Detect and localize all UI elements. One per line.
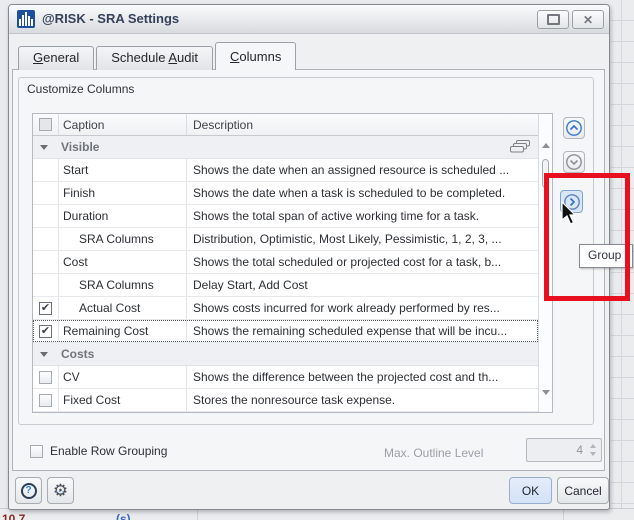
select-all-checkbox[interactable] [39,118,52,131]
caption-cell: Finish [59,182,187,204]
select-all-cell [33,114,59,135]
checkbox-cell [33,274,59,296]
description-cell: Shows the total span of active working t… [187,205,538,227]
caption-cell: Cost [59,251,187,273]
clipped-cell-text: 10.7 [2,512,25,520]
grid-header: Caption Description [33,114,538,136]
grid-line [197,509,198,520]
enable-row-grouping-label: Enable Row Grouping [50,444,167,458]
description-column-header[interactable]: Description [187,114,538,135]
row-checkbox[interactable] [39,371,52,384]
collapse-triangle-icon[interactable] [40,145,48,150]
collapse-triangle-icon[interactable] [40,352,48,357]
table-row-actual-cost[interactable]: ✔ Actual CostShows costs incurred for wor… [33,297,538,320]
grid-body: Visible StartShows the date when an assig… [33,136,538,412]
scroll-up-icon[interactable] [542,143,550,148]
caption-cell: Remaining Cost [59,320,187,342]
cancel-button[interactable]: Cancel [557,477,609,504]
caption-cell: SRA Columns [59,274,187,296]
caption-cell: Actual Cost [59,297,187,319]
move-up-button[interactable] [563,117,585,139]
max-outline-level-spinner[interactable]: 4 [526,438,602,462]
checkbox-cell [33,251,59,273]
close-icon: ✕ [583,14,593,26]
columns-tab-page: Customize Columns Caption Description Vi… [12,69,605,471]
max-outline-level-label: Max. Outline Level [384,446,483,460]
maximize-icon [547,14,560,25]
description-cell: Shows the difference between the project… [187,366,538,388]
table-row-cv[interactable]: CVShows the difference between the proje… [33,366,538,389]
row-checkbox[interactable] [39,394,52,407]
table-row-start[interactable]: StartShows the date when an assigned res… [33,159,538,182]
caption-column-header[interactable]: Caption [59,114,187,135]
caption-cell: Start [59,159,187,181]
tab-general[interactable]: General [18,46,94,70]
screen: 10.7 (s) @RISK - SRA Settings ✕ [0,0,634,520]
checkbox-cell [33,159,59,181]
caption-cell: SRA Columns [59,228,187,250]
help-button[interactable]: ? [15,477,42,504]
caption-cell: CV [59,366,187,388]
description-cell: Delay Start, Add Cost [187,274,538,296]
group-box-title: Customize Columns [27,82,134,96]
ok-button[interactable]: OK [509,477,552,504]
table-row-cost[interactable]: CostShows the total scheduled or project… [33,251,538,274]
window-title: @RISK - SRA Settings [42,5,179,33]
red-annotation-rectangle [544,173,630,301]
columns-grid: Caption Description VisibleStartShows th… [32,113,553,413]
chevron-up-icon [565,119,583,137]
row-checkbox[interactable]: ✔ [39,302,52,315]
description-cell: Shows the total scheduled or projected c… [187,251,538,273]
tab-schedule-audit[interactable]: Schedule Audit [96,46,213,70]
checkbox-cell [33,182,59,204]
row-checkbox[interactable]: ✔ [39,325,52,338]
group-row-visible[interactable]: Visible [33,136,538,159]
close-button[interactable]: ✕ [572,10,604,29]
gear-dots: ··· [48,489,73,496]
table-row-sra-columns[interactable]: SRA ColumnsDelay Start, Add Cost [33,274,538,297]
settings-button[interactable]: ⚙ ··· [47,477,74,504]
description-cell: Shows the date when a task is scheduled … [187,182,538,204]
move-down-button[interactable] [563,151,585,173]
clipped-cell-text: (s) [116,512,131,520]
customize-columns-group: Customize Columns Caption Description Vi… [18,77,594,425]
spinner-up-icon[interactable] [590,444,596,448]
checkbox-cell: ✔ [33,297,59,319]
description-cell: Distribution, Optimistic, Most Likely, P… [187,228,538,250]
maximize-button[interactable] [537,10,569,29]
checkbox-cell [33,205,59,227]
scroll-down-icon[interactable] [542,390,550,395]
grid-line [563,509,564,520]
group-row-label: Visible [61,140,99,154]
checkbox-cell: ✔ [33,320,59,342]
tab-bar: GeneralSchedule AuditColumns [18,42,298,70]
mouse-cursor [561,201,581,232]
checkbox-cell [33,389,59,411]
tab-columns[interactable]: Columns [215,42,296,70]
checkbox-cell [33,228,59,250]
spinner-down-icon[interactable] [590,452,596,456]
table-row-fixed-cost[interactable]: Fixed CostStores the nonresource task ex… [33,389,538,412]
description-cell: Shows costs incurred for work already pe… [187,297,538,319]
description-cell: Stores the nonresource task expense. [187,389,538,411]
description-cell: Shows the remaining scheduled expense th… [187,320,538,342]
sra-settings-dialog: @RISK - SRA Settings ✕ GeneralSchedule A… [8,4,610,510]
caption-cell: Fixed Cost [59,389,187,411]
chevron-down-icon [565,153,583,171]
risk-histogram-icon [17,10,35,28]
checkbox-cell [33,366,59,388]
spinner-value: 4 [576,439,583,461]
title-bar[interactable]: @RISK - SRA Settings ✕ [9,5,609,34]
enable-row-grouping-checkbox[interactable] [30,445,43,458]
table-row-sra-columns[interactable]: SRA ColumnsDistribution, Optimistic, Mos… [33,228,538,251]
group-row-costs[interactable]: Costs [33,343,538,366]
table-row-duration[interactable]: DurationShows the total span of active w… [33,205,538,228]
table-row-finish[interactable]: FinishShows the date when a task is sche… [33,182,538,205]
caption-cell: Duration [59,205,187,227]
description-cell: Shows the date when an assigned resource… [187,159,538,181]
help-icon: ? [21,483,37,499]
table-row-remaining-cost[interactable]: ✔ Remaining CostShows the remaining sched… [33,320,538,343]
group-row-label: Costs [61,347,94,361]
pages-icon [510,140,532,156]
